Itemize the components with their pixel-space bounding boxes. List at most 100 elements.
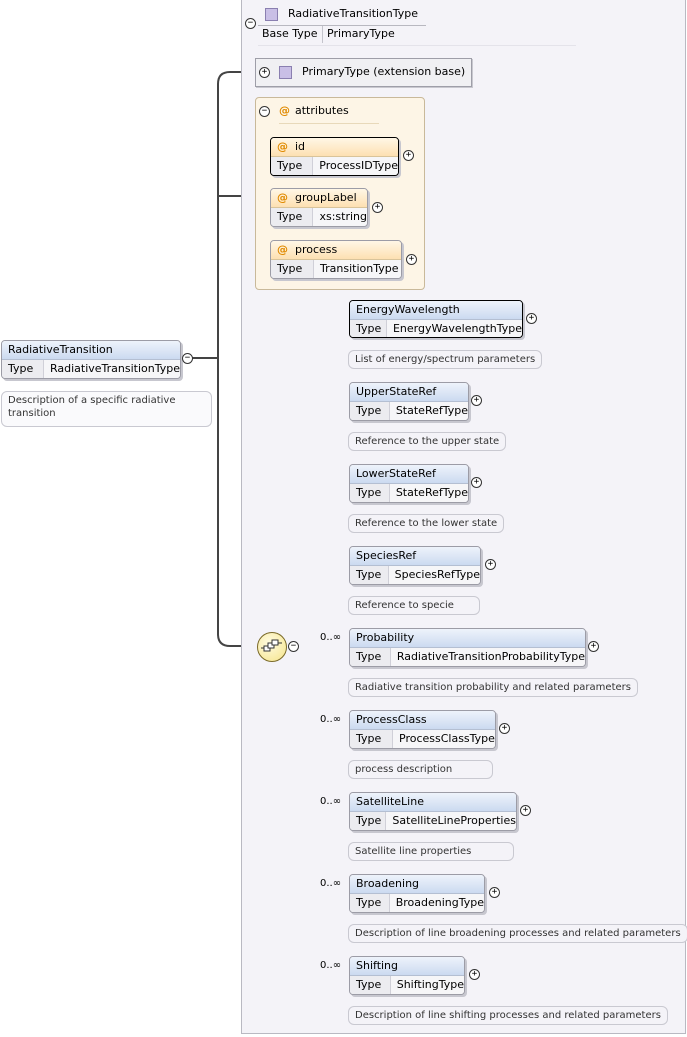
- element-name: ProcessClass: [350, 711, 495, 730]
- attribute-name: process: [295, 243, 338, 256]
- expand-icon[interactable]: +: [485, 559, 496, 570]
- element-name: Probability: [350, 629, 585, 648]
- type-value: SpeciesRefType: [388, 566, 480, 584]
- element-doc: List of energy/spectrum parameters: [348, 350, 543, 369]
- element-speciesref[interactable]: SpeciesRef Type SpeciesRefType: [349, 546, 481, 585]
- expand-icon[interactable]: +: [471, 477, 482, 488]
- occurrence-label: 0..∞: [320, 632, 342, 643]
- attribute-icon: @: [277, 243, 288, 256]
- collapse-icon[interactable]: −: [245, 18, 256, 29]
- element-doc: Description of line broadening processes…: [348, 924, 687, 943]
- element-doc: Reference to specie: [348, 596, 480, 615]
- element-broadening[interactable]: Broadening Type BroadeningType: [349, 874, 485, 913]
- expand-icon[interactable]: +: [372, 202, 383, 213]
- element-name: SpeciesRef: [350, 547, 480, 566]
- type-value: StateRefType: [389, 402, 468, 420]
- type-key: Type: [350, 730, 393, 748]
- expand-icon[interactable]: +: [588, 641, 599, 652]
- element-name: Broadening: [350, 875, 484, 894]
- root-element[interactable]: RadiativeTransition Type RadiativeTransit…: [1, 340, 181, 379]
- attribute-icon: @: [277, 140, 288, 153]
- header-separator: [322, 26, 323, 43]
- attribute-process[interactable]: @ process Type TransitionType: [270, 240, 402, 279]
- complex-type-name: RadiativeTransitionType: [288, 7, 419, 20]
- type-value: StateRefType: [389, 484, 468, 502]
- attribute-name: id: [295, 140, 306, 153]
- type-key: Type: [350, 484, 390, 502]
- element-energywavelength[interactable]: EnergyWavelength Type EnergyWavelengthTyp…: [349, 300, 523, 338]
- attribute-name: groupLabel: [295, 191, 357, 204]
- element-doc: Reference to the upper state: [348, 432, 507, 451]
- element-doc: Reference to the lower state: [348, 514, 505, 533]
- root-element-name: RadiativeTransition: [2, 341, 180, 360]
- type-value: xs:string: [313, 208, 367, 226]
- collapse-icon[interactable]: −: [259, 106, 270, 117]
- element-name: SatelliteLine: [350, 793, 516, 812]
- collapse-icon[interactable]: −: [182, 353, 193, 364]
- element-satelliteline[interactable]: SatelliteLine Type SatelliteLinePropertie…: [349, 792, 517, 831]
- expand-icon[interactable]: +: [259, 67, 270, 78]
- element-doc: Radiative transition probability and rel…: [348, 678, 638, 697]
- type-key: Type: [350, 402, 390, 420]
- element-lowerstateref[interactable]: LowerStateRef Type StateRefType: [349, 464, 469, 503]
- attribute-id[interactable]: @ id Type ProcessIDType: [270, 137, 399, 176]
- element-doc: Satellite line properties: [348, 842, 514, 861]
- header-divider-2: [258, 45, 576, 46]
- element-processclass[interactable]: ProcessClass Type ProcessClassType: [349, 710, 496, 749]
- element-probability[interactable]: Probability Type RadiativeTransitionProba…: [349, 628, 586, 667]
- type-key: Type: [271, 208, 314, 226]
- attribute-icon: @: [279, 104, 290, 117]
- expand-icon[interactable]: +: [489, 887, 500, 898]
- root-element-doc: Description of a specific radiative tran…: [1, 391, 212, 427]
- type-key: Type: [2, 360, 44, 378]
- occurrence-label: 0..∞: [320, 796, 342, 807]
- expand-icon[interactable]: +: [469, 969, 480, 980]
- type-key: Type: [350, 566, 389, 584]
- element-doc: process description: [348, 760, 493, 779]
- element-name: Shifting: [350, 957, 464, 976]
- element-name: EnergyWavelength: [350, 301, 522, 320]
- type-value: RadiativeTransitionProbabilityType: [390, 648, 585, 666]
- type-key: Type: [350, 320, 387, 337]
- type-key: Type: [271, 157, 314, 175]
- type-value: SatelliteLineProperties: [386, 812, 516, 830]
- expand-icon[interactable]: +: [471, 395, 482, 406]
- type-value: BroadeningType: [389, 894, 484, 912]
- expand-icon[interactable]: +: [406, 254, 417, 265]
- expand-icon[interactable]: +: [403, 150, 414, 161]
- base-type-value: PrimaryType: [327, 27, 395, 40]
- type-key: Type: [350, 648, 391, 666]
- occurrence-label: 0..∞: [320, 878, 342, 889]
- type-value: RadiativeTransitionType: [43, 360, 180, 378]
- type-key: Type: [350, 894, 390, 912]
- element-shifting[interactable]: Shifting Type ShiftingType: [349, 956, 465, 995]
- expand-icon[interactable]: +: [499, 723, 510, 734]
- type-key: Type: [350, 812, 387, 830]
- type-value: TransitionType: [314, 260, 401, 278]
- element-name: LowerStateRef: [350, 465, 468, 484]
- element-upperstateref[interactable]: UpperStateRef Type StateRefType: [349, 382, 469, 421]
- attribute-grouplabel[interactable]: @ groupLabel Type xs:string: [270, 188, 368, 227]
- occurrence-label: 0..∞: [320, 714, 342, 725]
- attribute-icon: @: [277, 191, 288, 204]
- sequence-glyph: [261, 639, 282, 652]
- sequence-compositor-icon[interactable]: [257, 632, 287, 662]
- type-key: Type: [350, 976, 391, 994]
- type-value: EnergyWavelengthType: [386, 320, 522, 337]
- base-type-key: Base Type: [262, 27, 318, 40]
- type-value: ShiftingType: [390, 976, 464, 994]
- header-divider: [258, 25, 426, 26]
- expand-icon[interactable]: +: [526, 313, 537, 324]
- extension-base-label: PrimaryType (extension base): [302, 65, 466, 78]
- type-value: ProcessIDType: [313, 157, 398, 175]
- complex-type-icon: [279, 66, 292, 79]
- expand-icon[interactable]: +: [520, 805, 531, 816]
- attributes-title: attributes: [295, 104, 349, 117]
- element-doc: Description of line shifting processes a…: [348, 1006, 668, 1025]
- attributes-divider: [279, 123, 379, 124]
- type-key: Type: [271, 260, 314, 278]
- collapse-icon[interactable]: −: [288, 641, 299, 652]
- complex-type-icon: [265, 8, 278, 21]
- element-name: UpperStateRef: [350, 383, 468, 402]
- occurrence-label: 0..∞: [320, 960, 342, 971]
